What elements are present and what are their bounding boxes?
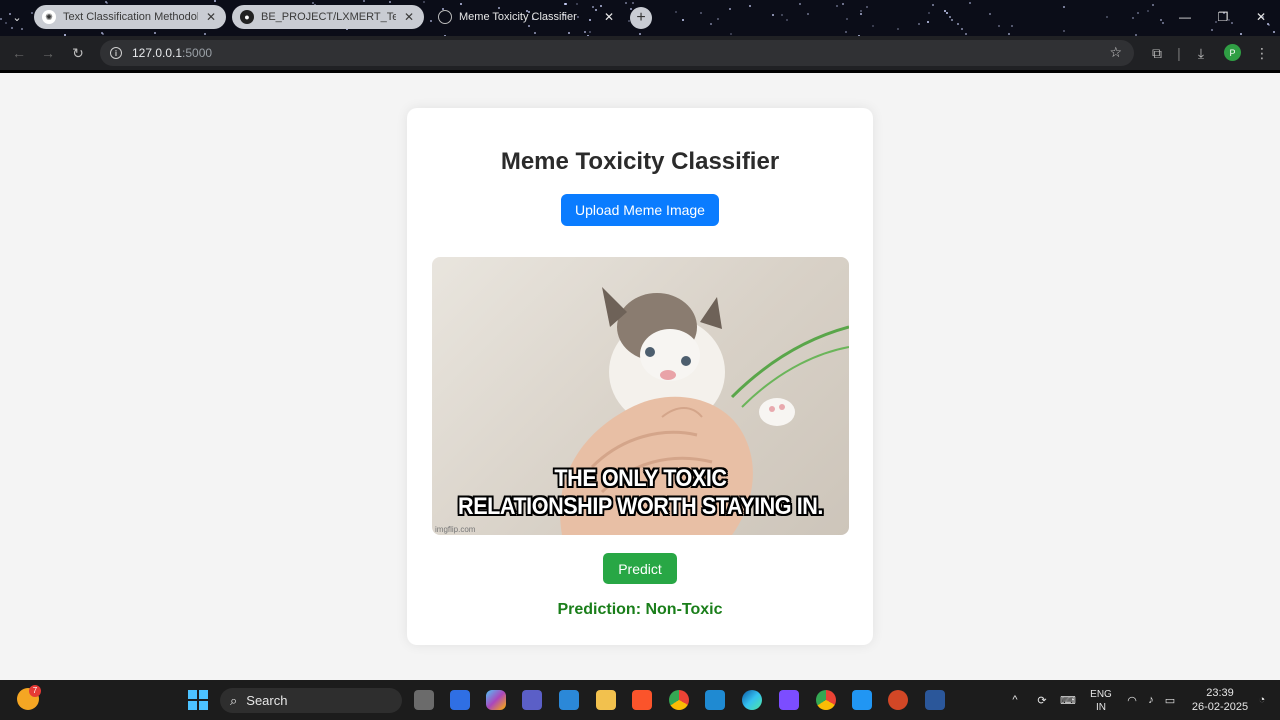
volume-icon[interactable]: ♪ (1143, 680, 1159, 720)
chrome-profile-icon[interactable] (816, 690, 836, 710)
search-icon: ⌕ (230, 692, 238, 708)
tab-search-chevron-icon[interactable]: ⌄ (6, 6, 28, 28)
downloads-icon[interactable]: ⤓ (1190, 42, 1212, 64)
minimize-icon[interactable]: — (1166, 0, 1204, 34)
url-port: :5000 (182, 46, 213, 60)
sync-icon[interactable]: ⟳ (1032, 680, 1052, 720)
brave-icon[interactable] (632, 690, 652, 710)
tab-title: Text Classification Methodologie (63, 11, 198, 23)
weather-badge: 7 (29, 685, 41, 697)
taskbar-search[interactable]: ⌕ Search (220, 688, 402, 713)
windows-taskbar: 7 ⌕ Search ^ ⟳ ⌨ ENG IN ◠ ♪ ▭ 23:39 26-0… (0, 680, 1280, 720)
globe-icon (438, 10, 452, 24)
toolbar-divider: | (1177, 45, 1181, 61)
openai-icon: ✺ (42, 10, 56, 24)
tab-title: BE_PROJECT/LXMERT_Test.ipynb (261, 11, 396, 23)
taskbar-search-label: Search (246, 693, 288, 708)
teams-icon[interactable] (522, 690, 542, 710)
meme-caption-line-2: RELATIONSHIP WORTH STAYING IN. (458, 493, 823, 520)
vscode-icon[interactable] (705, 690, 725, 710)
extensions-icon[interactable]: ⧉ (1146, 42, 1168, 64)
forward-arrow-icon[interactable]: → (37, 42, 59, 64)
browser-toolbar: ← → ↻ i 127.0.0.1:5000 ☆ ⧉ | ⤓ P ⋮ (0, 36, 1280, 70)
close-tab-icon[interactable]: ✕ (402, 10, 416, 24)
new-tab-button[interactable]: + (630, 7, 652, 29)
site-info-icon[interactable]: i (110, 47, 122, 59)
app-icon[interactable] (779, 690, 799, 710)
close-window-icon[interactable]: ✕ (1242, 0, 1280, 34)
battery-icon[interactable]: ▭ (1162, 680, 1178, 720)
reload-icon[interactable]: ↻ (67, 42, 89, 64)
word-icon[interactable] (925, 690, 945, 710)
meme-caption-line-1: THE ONLY TOXIC (554, 465, 727, 492)
clock-date: 26-02-2025 (1191, 701, 1249, 713)
powerpoint-icon[interactable] (888, 690, 908, 710)
bookmark-star-icon[interactable]: ☆ (1109, 44, 1122, 61)
chrome-divider (0, 70, 1280, 73)
meme-watermark: imgflip.com (435, 525, 476, 534)
clock-time: 23:39 (1206, 687, 1234, 699)
github-icon: ● (240, 10, 254, 24)
wifi-icon[interactable]: ◠ (1124, 680, 1140, 720)
edge-icon[interactable] (742, 690, 762, 710)
url-host: 127.0.0.1 (132, 46, 183, 60)
predict-button[interactable]: Predict (603, 553, 677, 584)
window-controls: — ❐ ✕ (1166, 0, 1280, 34)
store-icon[interactable] (559, 690, 579, 710)
language-indicator[interactable]: ENG IN (1086, 688, 1116, 714)
tab-bar: ⌄ ✺ Text Classification Methodologie ✕ ●… (0, 0, 1280, 36)
todo-icon[interactable] (450, 690, 470, 710)
profile-avatar[interactable]: P (1224, 44, 1241, 61)
chrome-icon[interactable] (669, 690, 689, 710)
upload-meme-button[interactable]: Upload Meme Image (561, 194, 719, 226)
notepad-icon[interactable] (852, 690, 872, 710)
show-hidden-icons-icon[interactable]: ^ (1006, 680, 1024, 720)
keyboard-icon[interactable]: ⌨ (1058, 680, 1078, 720)
notifications-bell-icon[interactable]: ◔ (1254, 680, 1270, 720)
close-tab-icon[interactable]: ✕ (602, 10, 616, 24)
browser-chrome: ⌄ ✺ Text Classification Methodologie ✕ ●… (0, 0, 1280, 73)
close-tab-icon[interactable]: ✕ (204, 10, 218, 24)
language-region: IN (1096, 702, 1106, 713)
menu-kebab-icon[interactable]: ⋮ (1251, 42, 1273, 64)
task-view-icon[interactable] (414, 690, 434, 710)
windows-start-icon[interactable] (188, 690, 208, 710)
page-title: Meme Toxicity Classifier (500, 148, 780, 175)
tab-title: Meme Toxicity Classifier (459, 11, 577, 23)
system-clock[interactable]: 23:39 26-02-2025 (1190, 686, 1250, 714)
prediction-result: Prediction: Non-Toxic (557, 601, 723, 618)
address-bar[interactable]: i 127.0.0.1:5000 ☆ (100, 40, 1134, 66)
language-code: ENG (1090, 689, 1112, 700)
tab-github-notebook[interactable]: ● BE_PROJECT/LXMERT_Test.ipynb ✕ (232, 5, 424, 29)
tab-text-classification[interactable]: ✺ Text Classification Methodologie ✕ (34, 5, 226, 29)
tab-meme-toxicity[interactable]: Meme Toxicity Classifier ✕ (430, 5, 624, 29)
meme-image-preview: THE ONLY TOXIC RELATIONSHIP WORTH STAYIN… (432, 257, 849, 535)
restore-icon[interactable]: ❐ (1204, 0, 1242, 34)
copilot-icon[interactable] (486, 690, 506, 710)
meme-caption: THE ONLY TOXIC RELATIONSHIP WORTH STAYIN… (453, 465, 828, 521)
back-arrow-icon[interactable]: ← (8, 42, 30, 64)
file-explorer-icon[interactable] (596, 690, 616, 710)
